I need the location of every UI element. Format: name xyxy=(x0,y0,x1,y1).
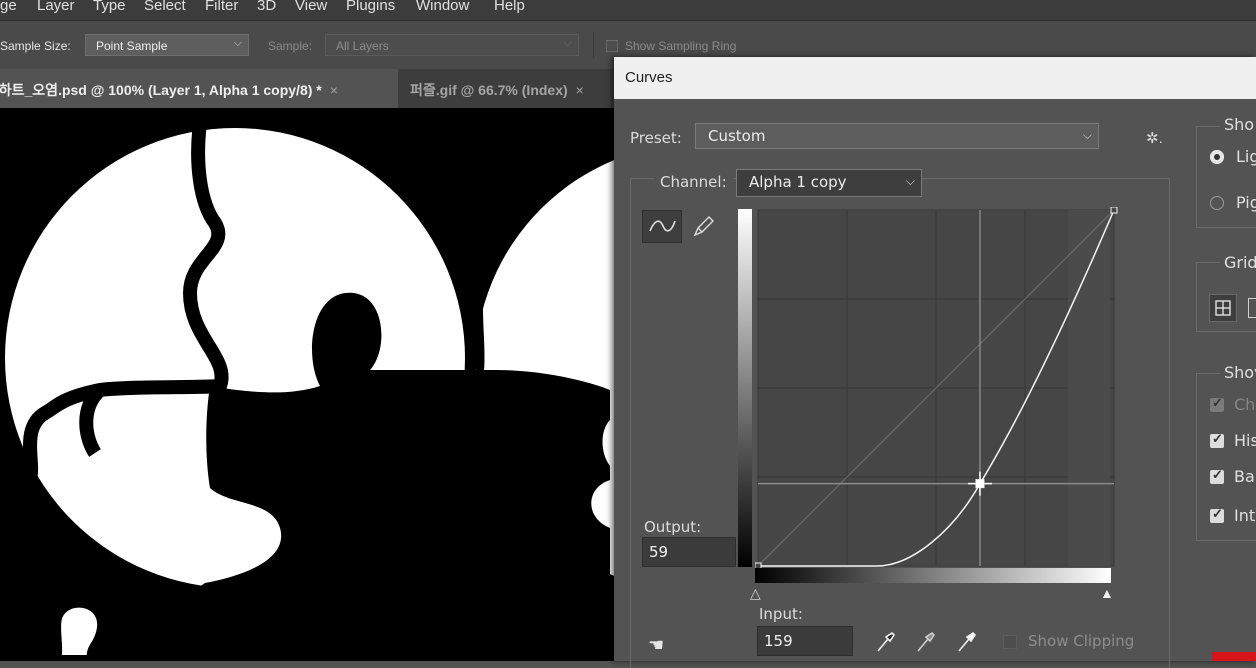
grid-4-icon xyxy=(1215,300,1231,316)
baseline-checkbox[interactable] xyxy=(1210,467,1224,484)
curve-tool-icon xyxy=(649,220,676,232)
sampling-ring-label: Show Sampling Ring xyxy=(625,39,737,53)
output-value: 59 xyxy=(649,543,669,561)
close-icon[interactable]: × xyxy=(330,82,338,98)
sample-size-select[interactable]: Point Sample ⌵ xyxy=(85,34,249,56)
intersection-label: Int xyxy=(1234,506,1256,525)
puzzle-artwork xyxy=(0,108,620,661)
preset-value: Custom xyxy=(708,127,766,145)
chevron-down-icon: ⌵ xyxy=(905,174,915,188)
baseline-label: Ba xyxy=(1234,467,1255,486)
show-clipping-label: Show Clipping xyxy=(1028,632,1135,650)
channel-overlays-label: Ch xyxy=(1234,395,1256,414)
output-field[interactable]: 59 xyxy=(642,537,736,567)
gear-icon[interactable]: ✲. xyxy=(1146,129,1163,147)
white-eyedropper-icon[interactable] xyxy=(955,629,979,653)
tab-puzzle-heart[interactable]: 퍼즐하트_오염.psd @ 100% (Layer 1, Alpha 1 cop… xyxy=(0,69,398,108)
sampling-ring-checkbox[interactable] xyxy=(606,40,618,52)
channel-overlays-checkbox[interactable] xyxy=(1210,395,1224,412)
menu-type[interactable]: Type xyxy=(93,0,126,14)
pencil-icon[interactable] xyxy=(690,214,716,240)
sample-size-value: Point Sample xyxy=(96,39,168,53)
chevron-down-icon: ⌵ xyxy=(563,37,572,49)
chevron-down-icon: ⌵ xyxy=(233,37,242,49)
grid-label: Grid xyxy=(1220,253,1256,272)
input-field[interactable]: 159 xyxy=(757,626,853,656)
menu-bar: ge Layer Type Select Filter 3D View Plug… xyxy=(0,0,1256,20)
chevron-down-icon: ⌵ xyxy=(1082,128,1092,142)
channel-select[interactable]: Alpha 1 copy ⌵ xyxy=(736,169,922,197)
sample-select[interactable]: All Layers ⌵ xyxy=(325,34,579,56)
curve-point-tool[interactable] xyxy=(642,210,682,243)
dialog-title: Curves xyxy=(625,69,673,86)
show-amount-label: Sho xyxy=(1220,115,1256,134)
input-gradient-bar xyxy=(755,568,1111,583)
menu-help[interactable]: Help xyxy=(494,0,525,14)
menu-image[interactable]: ge xyxy=(0,0,17,14)
menu-plugins[interactable]: Plugins xyxy=(346,0,395,14)
output-gradient-bar xyxy=(738,209,752,567)
output-label: Output: xyxy=(644,518,702,536)
pigment-radio[interactable] xyxy=(1210,196,1224,210)
menu-3d[interactable]: 3D xyxy=(257,0,276,14)
show-amount-group xyxy=(1196,126,1256,228)
dialog-title-bar[interactable]: Curves xyxy=(614,57,1256,99)
preset-label: Preset: xyxy=(630,129,682,147)
tab-puzzle-gif[interactable]: 퍼즐.gif @ 66.7% (Index) × xyxy=(410,69,620,108)
grid-simple-button[interactable] xyxy=(1209,294,1237,322)
menu-filter[interactable]: Filter xyxy=(205,0,238,14)
histogram-checkbox[interactable] xyxy=(1210,431,1224,448)
sample-label: Sample: xyxy=(268,39,313,53)
document-tabs: 퍼즐하트_오염.psd @ 100% (Layer 1, Alpha 1 cop… xyxy=(0,69,620,108)
menu-window[interactable]: Window xyxy=(416,0,469,14)
divider xyxy=(593,32,594,58)
light-radio[interactable] xyxy=(1210,150,1224,164)
gray-eyedropper-icon[interactable] xyxy=(914,629,938,653)
document-canvas[interactable] xyxy=(0,108,620,661)
light-label: Lig xyxy=(1236,147,1256,166)
preset-select[interactable]: Custom ⌵ xyxy=(695,123,1099,149)
tab-label: 퍼즐.gif @ 66.7% (Index) xyxy=(410,82,568,98)
sample-value: All Layers xyxy=(336,39,389,53)
pigment-label: Pig xyxy=(1236,193,1256,212)
histogram-shape xyxy=(1067,210,1110,566)
input-value: 159 xyxy=(764,632,793,650)
menu-select[interactable]: Select xyxy=(144,0,186,14)
black-eyedropper-icon[interactable] xyxy=(874,629,898,653)
menu-view[interactable]: View xyxy=(295,0,327,14)
black-point-slider-icon[interactable]: △ xyxy=(750,585,761,602)
input-label: Input: xyxy=(759,605,803,623)
targeted-adjustment-icon[interactable]: ☚ xyxy=(648,635,664,656)
intersection-checkbox[interactable] xyxy=(1210,506,1224,523)
tab-label: 퍼즐하트_오염.psd @ 100% (Layer 1, Alpha 1 cop… xyxy=(0,82,322,98)
curve-graph[interactable] xyxy=(755,207,1119,571)
channel-value: Alpha 1 copy xyxy=(749,173,847,191)
close-icon[interactable]: × xyxy=(576,82,584,98)
curves-dialog: Curves Preset: Custom ⌵ ✲. Channel: Alph… xyxy=(614,57,1256,668)
show-label: Shov xyxy=(1220,363,1256,382)
white-point-slider-icon[interactable]: ▲ xyxy=(1100,585,1114,601)
channel-label: Channel: xyxy=(654,173,733,191)
corner-badge xyxy=(1212,652,1256,661)
show-clipping-checkbox[interactable] xyxy=(1003,635,1017,649)
histogram-label: His xyxy=(1234,431,1256,450)
grid-detailed-icon[interactable] xyxy=(1248,298,1256,318)
menu-layer[interactable]: Layer xyxy=(37,0,75,14)
sample-size-label: Sample Size: xyxy=(0,39,71,53)
curve-point[interactable] xyxy=(1110,207,1118,214)
